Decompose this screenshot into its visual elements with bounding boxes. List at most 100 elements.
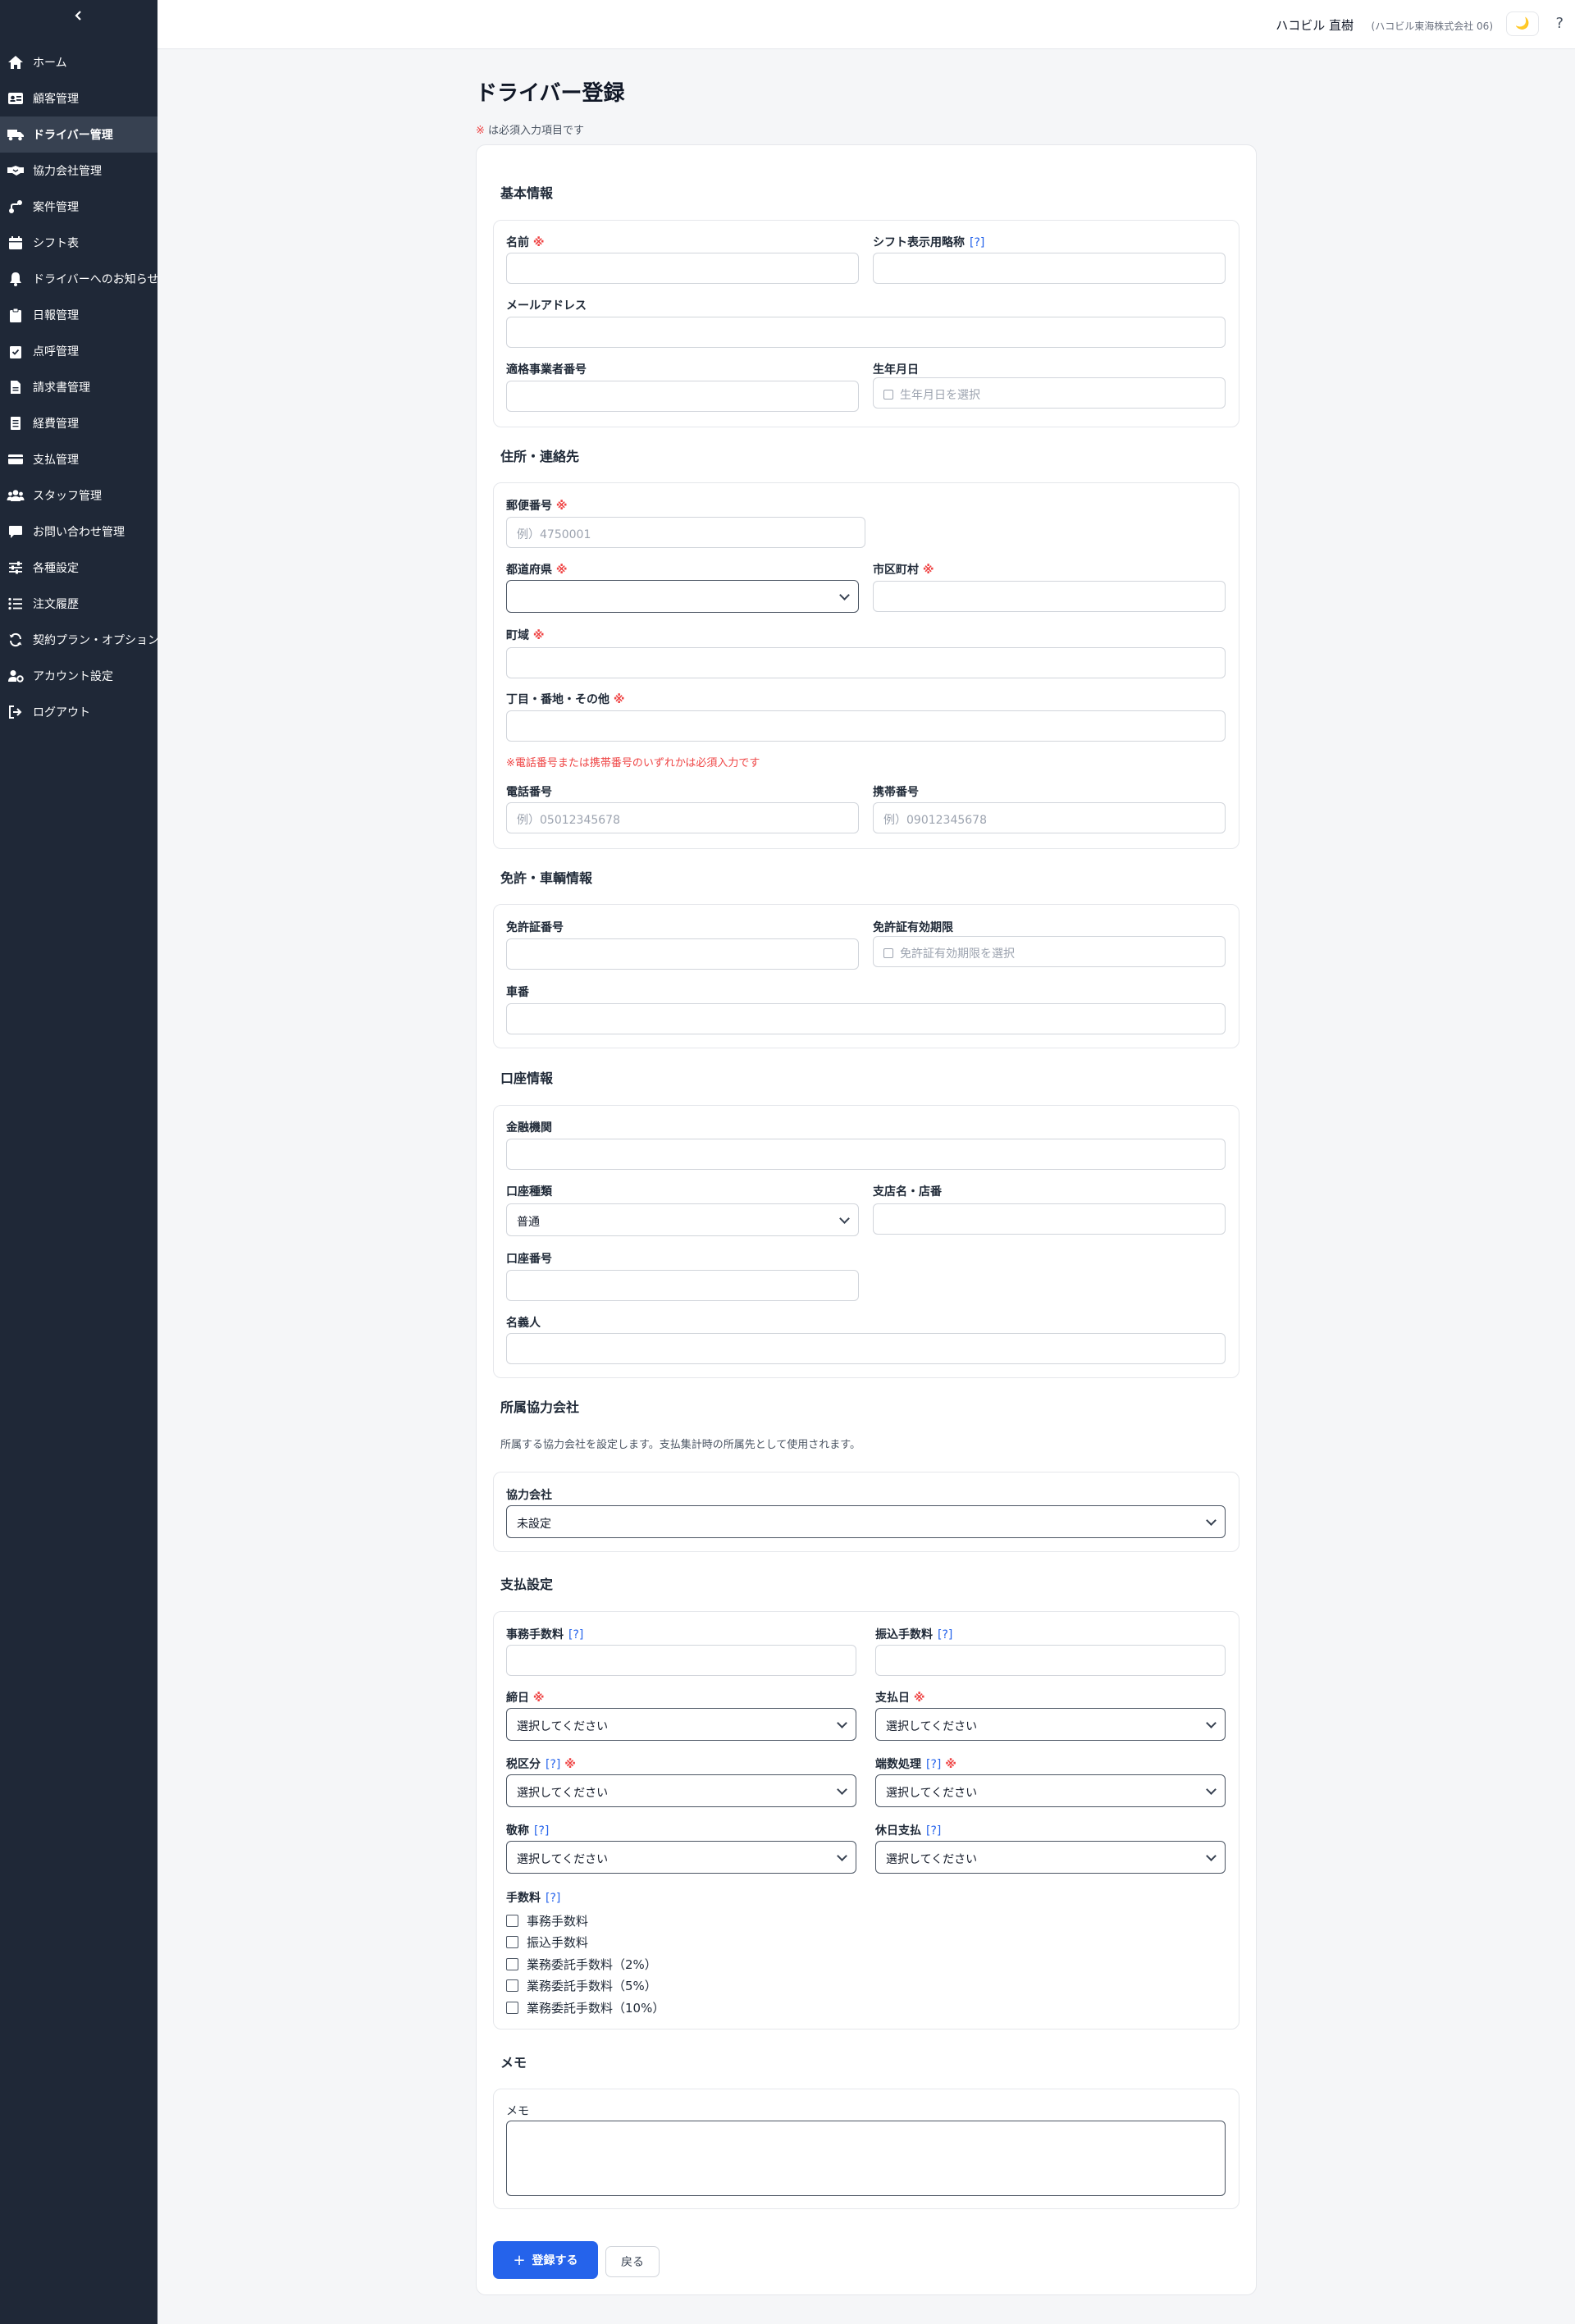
license-expiry-picker[interactable]: 免許証有効期限を選択 <box>873 936 1226 967</box>
help-link[interactable]: [?] <box>938 1628 952 1641</box>
fee-checkbox-outsourcing-5[interactable]: 業務委託手数料（5%） <box>506 1977 657 1994</box>
phone-input[interactable]: 例）05012345678 <box>506 802 859 833</box>
tax-category-select[interactable]: 選択してください <box>506 1774 856 1807</box>
prefecture-select[interactable] <box>506 580 859 613</box>
top-bar: ハコビル 直樹 (ハコビル東海株式会社 06) 🌙 ? <box>158 0 1575 49</box>
pay-day-select[interactable]: 選択してください <box>875 1708 1226 1741</box>
checkbox[interactable] <box>506 1936 518 1948</box>
account-type-select[interactable]: 普通 <box>506 1203 859 1236</box>
calendar-icon <box>7 234 25 252</box>
sidebar-item-order-history[interactable]: 注文履歴 <box>0 586 158 622</box>
sidebar-item-invoices[interactable]: 請求書管理 <box>0 369 158 405</box>
theme-toggle-button[interactable]: 🌙 <box>1506 11 1539 36</box>
sidebar-item-projects[interactable]: 案件管理 <box>0 189 158 225</box>
honorific-select[interactable]: 選択してください <box>506 1841 856 1874</box>
section-payment-heading: 支払設定 <box>500 1577 554 1592</box>
transfer-fee-input[interactable] <box>875 1645 1226 1676</box>
required-mark: ※ <box>532 236 545 249</box>
sidebar-item-payments[interactable]: 支払管理 <box>0 441 158 477</box>
sliders-icon <box>7 559 25 577</box>
help-link[interactable]: [?] <box>568 1628 583 1641</box>
help-link[interactable]: [?] <box>926 1824 941 1838</box>
closing-day-label: 締日 ※ <box>506 1692 545 1705</box>
invoice-number-label: 適格事業者番号 <box>506 363 587 377</box>
closing-day-select[interactable]: 選択してください <box>506 1708 856 1741</box>
help-link[interactable]: [?] <box>546 1892 560 1905</box>
checkbox[interactable] <box>506 1958 518 1970</box>
sidebar-item-inquiries[interactable]: お問い合わせ管理 <box>0 514 158 550</box>
account-number-input[interactable] <box>506 1270 859 1301</box>
shift-name-input[interactable] <box>873 253 1226 284</box>
prefecture-label: 都道府県 ※ <box>506 564 568 577</box>
sidebar-item-expenses[interactable]: 経費管理 <box>0 405 158 441</box>
rounding-select[interactable]: 選択してください <box>875 1774 1226 1807</box>
mobile-input[interactable]: 例）09012345678 <box>873 802 1226 833</box>
chevron-down-icon <box>1206 1784 1217 1795</box>
fee-checkbox-outsourcing-2[interactable]: 業務委託手数料（2%） <box>506 1956 657 1973</box>
page-title: ドライバー登録 <box>476 81 625 106</box>
checkbox[interactable] <box>506 2002 518 2014</box>
bank-institution-input[interactable] <box>506 1139 1226 1170</box>
sidebar-item-label: ログアウト <box>33 706 90 719</box>
sidebar-item-drivers[interactable]: ドライバー管理 <box>0 116 158 153</box>
postal-code-placeholder: 例）4750001 <box>517 528 591 541</box>
memo-textarea[interactable] <box>506 2121 1226 2196</box>
sidebar-item-label: 各種設定 <box>33 562 79 575</box>
birthdate-placeholder: 生年月日を選択 <box>900 389 980 402</box>
town-input[interactable] <box>506 647 1226 678</box>
sidebar-item-label: 点呼管理 <box>33 345 79 358</box>
back-button[interactable]: 戻る <box>605 2246 660 2277</box>
checkbox[interactable] <box>506 1915 518 1927</box>
branch-input[interactable] <box>873 1203 1226 1235</box>
postal-code-input[interactable]: 例）4750001 <box>506 517 865 548</box>
sidebar-item-customers[interactable]: 顧客管理 <box>0 80 158 116</box>
help-icon[interactable]: ? <box>1555 15 1564 32</box>
vehicle-number-input[interactable] <box>506 1003 1226 1034</box>
sidebar-item-account-settings[interactable]: アカウント設定 <box>0 658 158 694</box>
chevron-down-icon <box>837 1851 847 1861</box>
name-input[interactable] <box>506 253 859 284</box>
sidebar-item-contract-plan[interactable]: 契約プラン・オプション <box>0 622 158 658</box>
tax-category-label: 税区分 [?] ※ <box>506 1758 576 1771</box>
help-link[interactable]: [?] <box>534 1824 549 1838</box>
submit-button[interactable]: + 登録する <box>493 2241 598 2279</box>
plus-icon: + <box>513 2251 526 2269</box>
sidebar-item-label: 支払管理 <box>33 454 79 467</box>
invoice-number-input[interactable] <box>506 381 859 412</box>
city-input[interactable] <box>873 581 1226 612</box>
holiday-payment-select[interactable]: 選択してください <box>875 1841 1226 1874</box>
sidebar-item-label: スタッフ管理 <box>33 490 102 503</box>
birthdate-picker[interactable]: 生年月日を選択 <box>873 377 1226 409</box>
street-input[interactable] <box>506 710 1226 742</box>
partner-company-select[interactable]: 未設定 <box>506 1505 1226 1538</box>
sidebar-item-logout[interactable]: ログアウト <box>0 694 158 730</box>
sidebar-item-partners[interactable]: 協力会社管理 <box>0 153 158 189</box>
license-number-input[interactable] <box>506 938 859 970</box>
office-fee-input[interactable] <box>506 1645 856 1676</box>
help-link[interactable]: [?] <box>926 1758 941 1771</box>
sidebar-item-shifts[interactable]: シフト表 <box>0 225 158 261</box>
holiday-payment-label: 休日支払 [?] <box>875 1824 942 1838</box>
list-icon <box>7 595 25 613</box>
chevron-down-icon <box>1206 1718 1217 1728</box>
fee-checkbox-transfer[interactable]: 振込手数料 <box>506 1934 588 1951</box>
sidebar-item-home[interactable]: ホーム <box>0 44 158 80</box>
sidebar-item-roll-call[interactable]: 点呼管理 <box>0 333 158 369</box>
collapse-sidebar-button[interactable] <box>0 0 158 31</box>
help-link[interactable]: [?] <box>970 236 984 249</box>
checkbox[interactable] <box>506 1979 518 1992</box>
email-input[interactable] <box>506 317 1226 348</box>
fee-checkbox-outsourcing-10[interactable]: 業務委託手数料（10%） <box>506 1999 664 2016</box>
sidebar-item-settings[interactable]: 各種設定 <box>0 550 158 586</box>
account-holder-input[interactable] <box>506 1333 1226 1364</box>
name-label: 名前 ※ <box>506 236 545 249</box>
sidebar-item-staff[interactable]: スタッフ管理 <box>0 477 158 514</box>
chevron-down-icon <box>1206 1851 1217 1861</box>
sidebar-item-daily-reports[interactable]: 日報管理 <box>0 297 158 333</box>
fee-checkbox-office[interactable]: 事務手数料 <box>506 1912 588 1929</box>
sidebar-item-driver-notices[interactable]: ドライバーへのお知らせ <box>0 261 158 297</box>
sidebar-item-label: アカウント設定 <box>33 670 113 683</box>
account-type-label: 口座種類 <box>506 1185 552 1199</box>
help-link[interactable]: [?] <box>546 1758 560 1771</box>
chevron-down-icon <box>1206 1515 1217 1526</box>
